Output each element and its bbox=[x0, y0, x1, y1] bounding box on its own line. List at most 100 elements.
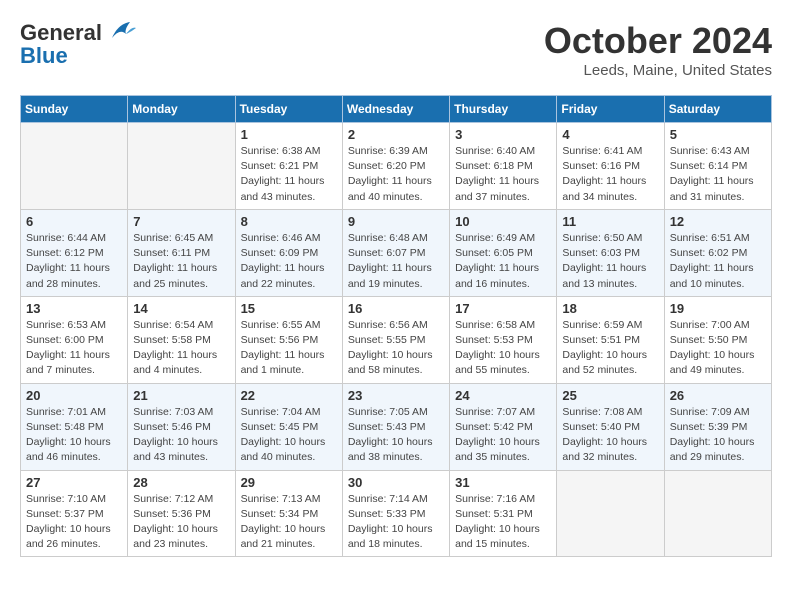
calendar-day-cell: 3 Sunrise: 6:40 AMSunset: 6:18 PMDaylight… bbox=[450, 123, 557, 210]
col-header-thursday: Thursday bbox=[450, 96, 557, 123]
day-info: Sunrise: 7:10 AMSunset: 5:37 PMDaylight:… bbox=[26, 492, 122, 553]
day-info: Sunrise: 6:43 AMSunset: 6:14 PMDaylight:… bbox=[670, 144, 766, 205]
calendar-day-cell: 12 Sunrise: 6:51 AMSunset: 6:02 PMDayligh… bbox=[664, 209, 771, 296]
calendar-day-cell: 29 Sunrise: 7:13 AMSunset: 5:34 PMDayligh… bbox=[235, 470, 342, 557]
day-info: Sunrise: 6:46 AMSunset: 6:09 PMDaylight:… bbox=[241, 231, 337, 292]
day-number: 18 bbox=[562, 301, 658, 316]
day-number: 14 bbox=[133, 301, 229, 316]
day-info: Sunrise: 7:09 AMSunset: 5:39 PMDaylight:… bbox=[670, 405, 766, 466]
calendar-day-cell: 10 Sunrise: 6:49 AMSunset: 6:05 PMDayligh… bbox=[450, 209, 557, 296]
day-number: 12 bbox=[670, 214, 766, 229]
calendar-table: SundayMondayTuesdayWednesdayThursdayFrid… bbox=[20, 95, 772, 557]
day-info: Sunrise: 7:13 AMSunset: 5:34 PMDaylight:… bbox=[241, 492, 337, 553]
day-number: 11 bbox=[562, 214, 658, 229]
calendar-day-cell: 7 Sunrise: 6:45 AMSunset: 6:11 PMDaylight… bbox=[128, 209, 235, 296]
empty-cell bbox=[21, 123, 128, 210]
day-info: Sunrise: 6:56 AMSunset: 5:55 PMDaylight:… bbox=[348, 318, 444, 379]
day-info: Sunrise: 6:45 AMSunset: 6:11 PMDaylight:… bbox=[133, 231, 229, 292]
col-header-friday: Friday bbox=[557, 96, 664, 123]
calendar-day-cell: 18 Sunrise: 6:59 AMSunset: 5:51 PMDayligh… bbox=[557, 296, 664, 383]
day-info: Sunrise: 7:12 AMSunset: 5:36 PMDaylight:… bbox=[133, 492, 229, 553]
day-number: 3 bbox=[455, 127, 551, 142]
location: Leeds, Maine, United States bbox=[544, 62, 772, 79]
calendar-day-cell: 9 Sunrise: 6:48 AMSunset: 6:07 PMDaylight… bbox=[342, 209, 449, 296]
day-info: Sunrise: 7:16 AMSunset: 5:31 PMDaylight:… bbox=[455, 492, 551, 553]
day-number: 27 bbox=[26, 475, 122, 490]
day-number: 20 bbox=[26, 388, 122, 403]
calendar-day-cell: 17 Sunrise: 6:58 AMSunset: 5:53 PMDayligh… bbox=[450, 296, 557, 383]
calendar-day-cell: 14 Sunrise: 6:54 AMSunset: 5:58 PMDayligh… bbox=[128, 296, 235, 383]
calendar-day-cell: 15 Sunrise: 6:55 AMSunset: 5:56 PMDayligh… bbox=[235, 296, 342, 383]
day-number: 8 bbox=[241, 214, 337, 229]
calendar-day-cell: 11 Sunrise: 6:50 AMSunset: 6:03 PMDayligh… bbox=[557, 209, 664, 296]
day-number: 13 bbox=[26, 301, 122, 316]
day-info: Sunrise: 7:07 AMSunset: 5:42 PMDaylight:… bbox=[455, 405, 551, 466]
day-info: Sunrise: 7:00 AMSunset: 5:50 PMDaylight:… bbox=[670, 318, 766, 379]
day-number: 6 bbox=[26, 214, 122, 229]
day-info: Sunrise: 6:49 AMSunset: 6:05 PMDaylight:… bbox=[455, 231, 551, 292]
day-number: 30 bbox=[348, 475, 444, 490]
calendar-week-row: 6Sunrise: 6:44 AMSunset: 6:12 PMDaylight… bbox=[21, 209, 772, 296]
day-number: 10 bbox=[455, 214, 551, 229]
day-number: 7 bbox=[133, 214, 229, 229]
day-number: 23 bbox=[348, 388, 444, 403]
day-number: 22 bbox=[241, 388, 337, 403]
calendar-day-cell: 23Sunrise: 7:05 AMSunset: 5:43 PMDayligh… bbox=[342, 383, 449, 470]
calendar-day-cell: 26Sunrise: 7:09 AMSunset: 5:39 PMDayligh… bbox=[664, 383, 771, 470]
day-info: Sunrise: 6:48 AMSunset: 6:07 PMDaylight:… bbox=[348, 231, 444, 292]
col-header-monday: Monday bbox=[128, 96, 235, 123]
calendar-day-cell: 16 Sunrise: 6:56 AMSunset: 5:55 PMDayligh… bbox=[342, 296, 449, 383]
day-number: 24 bbox=[455, 388, 551, 403]
day-info: Sunrise: 6:54 AMSunset: 5:58 PMDaylight:… bbox=[133, 318, 229, 379]
day-info: Sunrise: 6:58 AMSunset: 5:53 PMDaylight:… bbox=[455, 318, 551, 379]
empty-cell bbox=[664, 470, 771, 557]
day-info: Sunrise: 6:53 AMSunset: 6:00 PMDaylight:… bbox=[26, 318, 122, 379]
logo-bird-icon bbox=[106, 20, 136, 42]
day-number: 4 bbox=[562, 127, 658, 142]
calendar-day-cell: 21Sunrise: 7:03 AMSunset: 5:46 PMDayligh… bbox=[128, 383, 235, 470]
empty-cell bbox=[557, 470, 664, 557]
calendar-day-cell: 2Sunrise: 6:39 AMSunset: 6:20 PMDaylight… bbox=[342, 123, 449, 210]
calendar-day-cell: 8 Sunrise: 6:46 AMSunset: 6:09 PMDaylight… bbox=[235, 209, 342, 296]
day-number: 19 bbox=[670, 301, 766, 316]
calendar-day-cell: 22Sunrise: 7:04 AMSunset: 5:45 PMDayligh… bbox=[235, 383, 342, 470]
page-header: General Blue October 2024 Leeds, Maine, … bbox=[20, 20, 772, 79]
calendar-day-cell: 24 Sunrise: 7:07 AMSunset: 5:42 PMDayligh… bbox=[450, 383, 557, 470]
day-number: 9 bbox=[348, 214, 444, 229]
calendar-day-cell: 5Sunrise: 6:43 AMSunset: 6:14 PMDaylight… bbox=[664, 123, 771, 210]
col-header-tuesday: Tuesday bbox=[235, 96, 342, 123]
calendar-day-cell: 27 Sunrise: 7:10 AMSunset: 5:37 PMDayligh… bbox=[21, 470, 128, 557]
col-header-sunday: Sunday bbox=[21, 96, 128, 123]
day-info: Sunrise: 6:38 AMSunset: 6:21 PMDaylight:… bbox=[241, 144, 337, 205]
day-number: 17 bbox=[455, 301, 551, 316]
calendar-day-cell: 25Sunrise: 7:08 AMSunset: 5:40 PMDayligh… bbox=[557, 383, 664, 470]
col-header-saturday: Saturday bbox=[664, 96, 771, 123]
day-info: Sunrise: 6:55 AMSunset: 5:56 PMDaylight:… bbox=[241, 318, 337, 379]
day-number: 31 bbox=[455, 475, 551, 490]
day-info: Sunrise: 6:51 AMSunset: 6:02 PMDaylight:… bbox=[670, 231, 766, 292]
calendar-day-cell: 30 Sunrise: 7:14 AMSunset: 5:33 PMDayligh… bbox=[342, 470, 449, 557]
calendar-week-row: 27 Sunrise: 7:10 AMSunset: 5:37 PMDayligh… bbox=[21, 470, 772, 557]
day-number: 16 bbox=[348, 301, 444, 316]
day-info: Sunrise: 6:39 AMSunset: 6:20 PMDaylight:… bbox=[348, 144, 444, 205]
logo-general: General bbox=[20, 20, 102, 45]
day-info: Sunrise: 7:08 AMSunset: 5:40 PMDaylight:… bbox=[562, 405, 658, 466]
day-number: 29 bbox=[241, 475, 337, 490]
col-header-wednesday: Wednesday bbox=[342, 96, 449, 123]
day-number: 1 bbox=[241, 127, 337, 142]
day-info: Sunrise: 6:41 AMSunset: 6:16 PMDaylight:… bbox=[562, 144, 658, 205]
empty-cell bbox=[128, 123, 235, 210]
day-info: Sunrise: 6:40 AMSunset: 6:18 PMDaylight:… bbox=[455, 144, 551, 205]
calendar-day-cell: 28Sunrise: 7:12 AMSunset: 5:36 PMDayligh… bbox=[128, 470, 235, 557]
day-info: Sunrise: 6:50 AMSunset: 6:03 PMDaylight:… bbox=[562, 231, 658, 292]
calendar-day-cell: 19 Sunrise: 7:00 AMSunset: 5:50 PMDayligh… bbox=[664, 296, 771, 383]
calendar-day-cell: 31 Sunrise: 7:16 AMSunset: 5:31 PMDayligh… bbox=[450, 470, 557, 557]
calendar-day-cell: 4 Sunrise: 6:41 AMSunset: 6:16 PMDaylight… bbox=[557, 123, 664, 210]
calendar-day-cell: 20Sunrise: 7:01 AMSunset: 5:48 PMDayligh… bbox=[21, 383, 128, 470]
day-number: 15 bbox=[241, 301, 337, 316]
day-info: Sunrise: 6:59 AMSunset: 5:51 PMDaylight:… bbox=[562, 318, 658, 379]
calendar-week-row: 13 Sunrise: 6:53 AMSunset: 6:00 PMDayligh… bbox=[21, 296, 772, 383]
calendar-header-row: SundayMondayTuesdayWednesdayThursdayFrid… bbox=[21, 96, 772, 123]
logo-blue: Blue bbox=[20, 43, 68, 69]
day-info: Sunrise: 7:14 AMSunset: 5:33 PMDaylight:… bbox=[348, 492, 444, 553]
